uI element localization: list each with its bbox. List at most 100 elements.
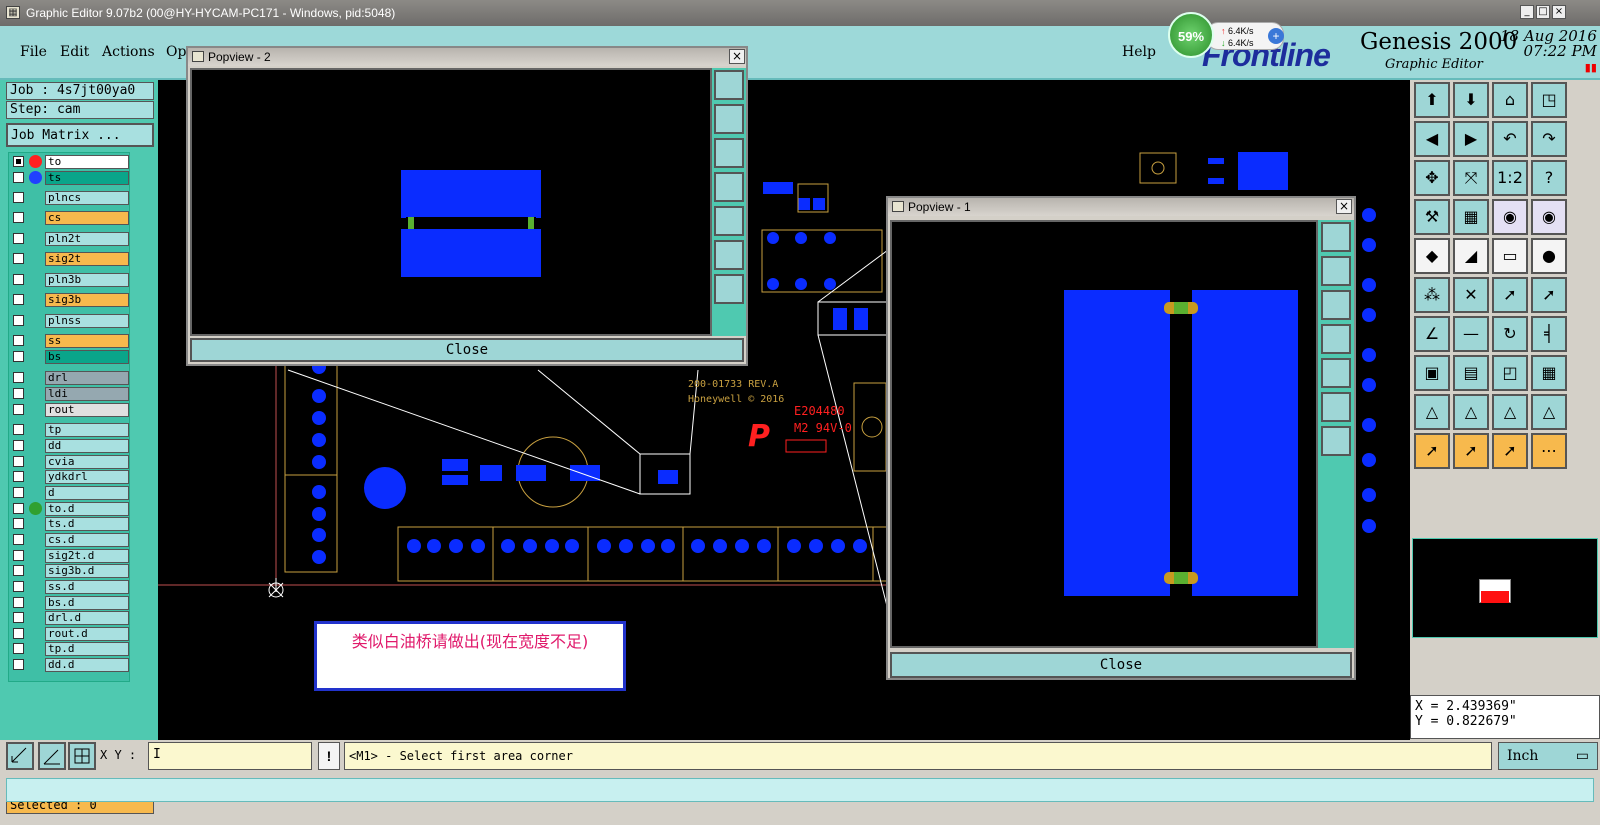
measure-icon[interactable]: ⚒ xyxy=(1414,199,1450,235)
layer-row-tp-d[interactable]: tp.d xyxy=(11,642,129,656)
layer-row-rout-d[interactable]: rout.d xyxy=(11,627,129,641)
layer-row-cvia[interactable]: cvia xyxy=(11,455,129,469)
popview-1-window[interactable]: Popview - 1 × Close xyxy=(886,196,1356,680)
help-icon[interactable]: ? xyxy=(1531,160,1567,196)
save-icon[interactable]: ⬇ xyxy=(1453,82,1489,118)
layer-row-drl-d[interactable]: drl.d xyxy=(11,611,129,625)
menu-actions[interactable]: Actions xyxy=(102,44,155,60)
cross-icon[interactable]: ✕ xyxy=(1453,277,1489,313)
zoom-fit-icon[interactable]: ⤧ xyxy=(1453,160,1489,196)
layer-checkbox[interactable] xyxy=(13,487,24,498)
layer-row-rout[interactable]: rout xyxy=(11,403,129,417)
layer-checkbox[interactable] xyxy=(13,456,24,467)
popview-pan-down-icon[interactable] xyxy=(714,138,744,168)
open-icon[interactable]: ⬆ xyxy=(1414,82,1450,118)
copy-icon[interactable]: ➚ xyxy=(1531,277,1567,313)
circle-icon[interactable]: ● xyxy=(1531,238,1567,274)
layer-row-bs[interactable]: bs xyxy=(11,350,129,364)
layer-checkbox[interactable] xyxy=(13,597,24,608)
layer-row-plnss[interactable]: plnss xyxy=(11,314,129,328)
move-icon[interactable]: ➚ xyxy=(1492,277,1528,313)
popview-pan-up-icon[interactable] xyxy=(1321,256,1351,286)
layer-checkbox[interactable] xyxy=(13,351,24,362)
popview-2-window[interactable]: Popview - 2 × Close xyxy=(186,46,748,366)
popview-pan-right-icon[interactable] xyxy=(1321,358,1351,388)
triangle-b-icon[interactable]: △ xyxy=(1453,394,1489,430)
layer-checkbox[interactable] xyxy=(13,612,24,623)
layer-name[interactable]: ldi xyxy=(45,387,129,401)
layer-name[interactable]: drl xyxy=(45,371,129,385)
layer-name[interactable]: rout.d xyxy=(45,627,129,641)
group-icon[interactable]: ▦ xyxy=(1531,355,1567,391)
home-icon[interactable]: ⌂ xyxy=(1492,82,1528,118)
layer-name[interactable]: dd.d xyxy=(45,658,129,672)
window-icon[interactable]: ◳ xyxy=(1531,82,1567,118)
layer-name[interactable]: ydkdrl xyxy=(45,470,129,484)
ruler-icon[interactable]: ▭ xyxy=(1492,238,1528,274)
layer-name[interactable]: pln2t xyxy=(45,232,129,246)
layer-checkbox[interactable] xyxy=(13,212,24,223)
layer-name[interactable]: plnss xyxy=(45,314,129,328)
layer-checkbox[interactable] xyxy=(13,503,24,514)
layer-row-sig2t-d[interactable]: sig2t.d xyxy=(11,549,129,563)
layer-row-dd-d[interactable]: dd.d xyxy=(11,658,129,672)
layer-row-ts[interactable]: ts xyxy=(11,171,129,185)
popview-zoom-out-icon[interactable] xyxy=(1321,426,1351,456)
close-button[interactable]: × xyxy=(1552,5,1566,19)
layer-checkbox[interactable] xyxy=(13,565,24,576)
layer-row-ydkdrl[interactable]: ydkdrl xyxy=(11,470,129,484)
cut-icon[interactable]: ▤ xyxy=(1453,355,1489,391)
pad-icon[interactable]: ◆ xyxy=(1414,238,1450,274)
popview-zoom-out-icon[interactable] xyxy=(714,274,744,304)
layer-checkbox[interactable] xyxy=(13,274,24,285)
popview-1-close-button[interactable]: Close xyxy=(890,652,1352,678)
layer-name[interactable]: pln3b xyxy=(45,273,129,287)
layer-row-pln2t[interactable]: pln2t xyxy=(11,232,129,246)
popview-pan-down-icon[interactable] xyxy=(1321,290,1351,320)
angle-icon[interactable] xyxy=(38,742,66,770)
undo-icon[interactable]: ↶ xyxy=(1492,121,1528,157)
popview-2-titlebar[interactable]: Popview - 2 xyxy=(188,48,746,66)
units-dropdown[interactable]: Inch ▭ xyxy=(1498,742,1598,770)
popview-pan-left-icon[interactable] xyxy=(714,172,744,202)
layer-name[interactable]: cs.d xyxy=(45,533,129,547)
node-icon[interactable]: ⁂ xyxy=(1414,277,1450,313)
triangle-a-icon[interactable]: △ xyxy=(1414,394,1450,430)
layer-checkbox[interactable] xyxy=(13,233,24,244)
popview-2-canvas[interactable] xyxy=(190,68,712,336)
resize-icon[interactable]: ▣ xyxy=(1414,355,1450,391)
layer-row-ss-d[interactable]: ss.d xyxy=(11,580,129,594)
xy-input[interactable]: I xyxy=(148,742,312,770)
popview-pan-right-icon[interactable] xyxy=(714,206,744,236)
layer-checkbox[interactable] xyxy=(13,581,24,592)
redo-icon[interactable]: ↷ xyxy=(1531,121,1567,157)
layer-name[interactable]: cvia xyxy=(45,455,129,469)
overview-map[interactable] xyxy=(1412,538,1598,638)
layer-checkbox[interactable] xyxy=(13,659,24,670)
select-pin-icon[interactable]: ⋯ xyxy=(1531,433,1567,469)
layer-name[interactable]: rout xyxy=(45,403,129,417)
layer-name[interactable]: d xyxy=(45,486,129,500)
layer-name[interactable]: ss.d xyxy=(45,580,129,594)
grid-icon[interactable]: ▦ xyxy=(1453,199,1489,235)
popview-2-close-button[interactable]: Close xyxy=(190,338,744,362)
layer-checkbox[interactable] xyxy=(13,372,24,383)
snap-icon[interactable] xyxy=(6,742,34,770)
layer-checkbox[interactable] xyxy=(13,172,24,183)
layer-checkbox[interactable] xyxy=(13,335,24,346)
line-icon[interactable]: — xyxy=(1453,316,1489,352)
layer-name[interactable]: ss xyxy=(45,334,129,348)
layer-name[interactable]: drl.d xyxy=(45,611,129,625)
popview-zoom-in-icon[interactable] xyxy=(1321,392,1351,422)
layer-row-cs-d[interactable]: cs.d xyxy=(11,533,129,547)
layer-row-ts-d[interactable]: ts.d xyxy=(11,517,129,531)
layer-row-drl[interactable]: drl xyxy=(11,371,129,385)
layer-row-sig2t[interactable]: sig2t xyxy=(11,252,129,266)
layer-name[interactable]: sig2t.d xyxy=(45,549,129,563)
popview-1-close-icon[interactable]: × xyxy=(1336,199,1352,214)
layer-row-ldi[interactable]: ldi xyxy=(11,387,129,401)
layer-checkbox[interactable] xyxy=(13,404,24,415)
popview-1-titlebar[interactable]: Popview - 1 xyxy=(888,198,1354,216)
layer-checkbox[interactable] xyxy=(13,550,24,561)
layer-red-icon[interactable]: ◉ xyxy=(1492,199,1528,235)
